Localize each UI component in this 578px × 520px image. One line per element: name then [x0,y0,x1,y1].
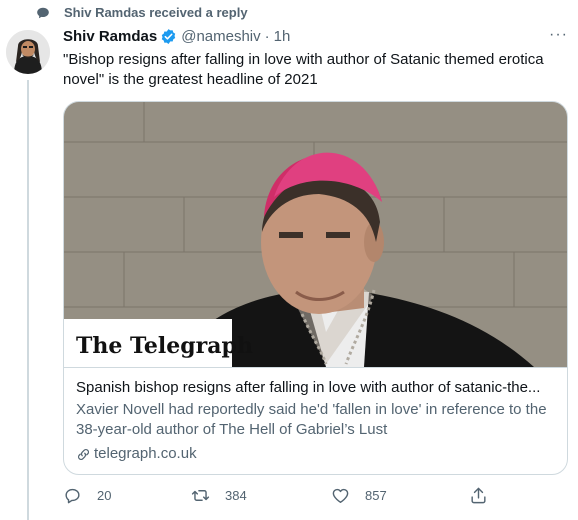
avatar[interactable] [6,30,50,74]
social-context[interactable]: Shiv Ramdas received a reply [36,5,248,20]
reply-count: 20 [97,488,112,503]
card-domain-text: telegraph.co.uk [94,445,197,462]
thread-line [27,80,29,520]
link-card[interactable]: The Telegraph Spanish bishop resigns aft… [63,101,568,475]
card-body: Spanish bishop resigns after falling in … [64,367,567,464]
tweet-timestamp[interactable]: 1h [274,28,291,45]
avatar-illustration [6,30,50,74]
card-description: Xavier Novell had reportedly said he'd '… [76,401,547,438]
author-handle[interactable]: @nameshiv [181,28,260,45]
author-name[interactable]: Shiv Ramdas [63,28,157,45]
card-image-logo: The Telegraph [76,333,253,359]
like-button[interactable]: 857 [331,486,387,505]
card-domain: telegraph.co.uk [76,444,555,464]
like-count: 857 [365,488,387,503]
heart-icon [332,488,349,503]
card-title: Spanish bishop resigns after falling in … [76,379,541,396]
link-icon [78,448,89,460]
reply-button[interactable]: 20 [63,486,111,505]
more-options-icon[interactable]: ··· [549,26,568,44]
retweet-count: 384 [225,488,247,503]
speech-bubble-icon [37,7,49,18]
card-image: The Telegraph [64,102,567,367]
tweet-header: Shiv Ramdas @nameshiv · 1h [63,28,290,45]
tweet-text: "Bishop resigns after falling in love wi… [63,51,544,88]
header-separator: · [264,28,270,45]
retweet-button[interactable]: 384 [191,486,247,505]
share-button[interactable] [469,486,503,505]
social-context-text: Shiv Ramdas received a reply [64,5,248,20]
reply-icon [65,488,80,504]
share-icon [471,487,486,504]
retweet-icon [191,490,210,501]
verified-badge-icon [161,29,176,44]
tweet-actions: 20 384 857 [63,486,503,510]
